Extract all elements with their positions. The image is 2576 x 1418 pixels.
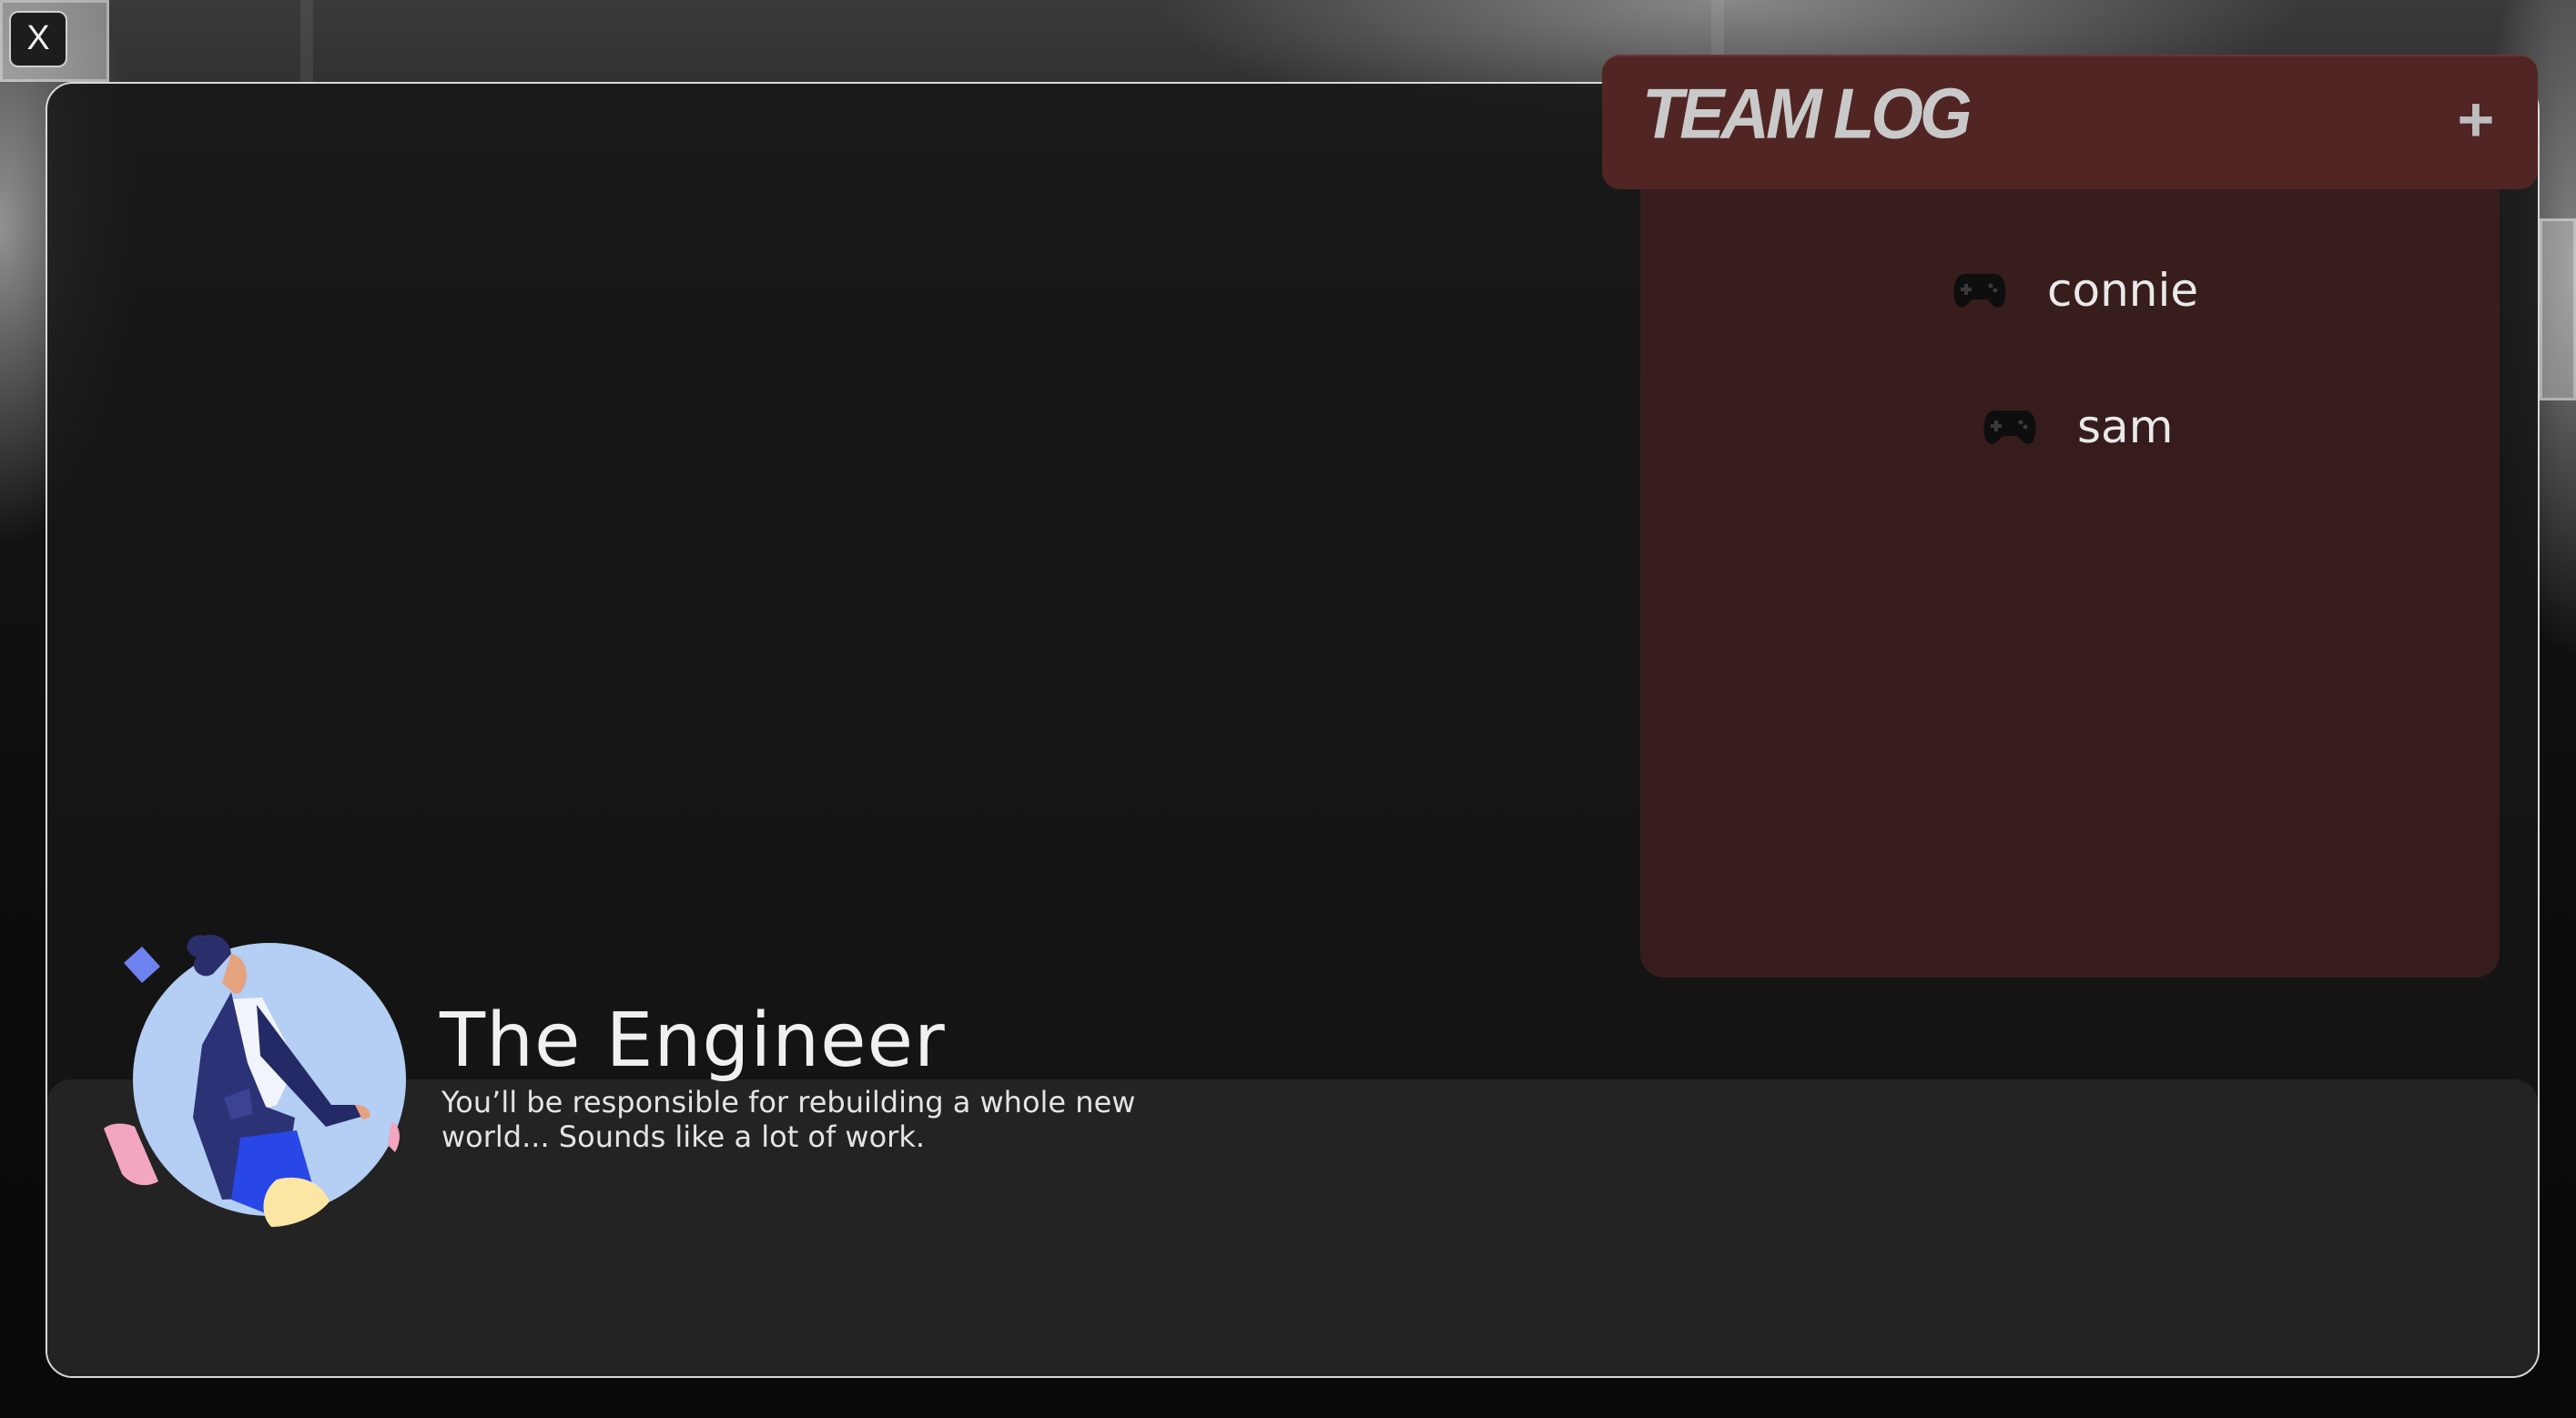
close-button[interactable]: X [9,11,67,67]
role-description: You’ll be responsible for rebuilding a w… [441,1085,1136,1154]
team-log-list [1640,137,2500,977]
add-player-button[interactable]: + [2450,87,2501,151]
player-item: sam [1983,400,2173,453]
gamepad-icon [1983,410,2036,444]
team-log-title: TEAM LOG [1642,73,1973,154]
player-name: sam [2077,400,2174,453]
role-title: The Engineer [440,998,946,1084]
player-name: connie [2047,264,2199,317]
player-item: connie [1952,264,2198,317]
gamepad-icon [1953,274,2006,308]
engineer-avatar [104,934,406,1227]
bottom-band [47,1079,2538,1376]
background-beam [300,0,313,82]
background-window [2540,218,2576,400]
team-log-header: TEAM LOG + [1602,55,2538,189]
